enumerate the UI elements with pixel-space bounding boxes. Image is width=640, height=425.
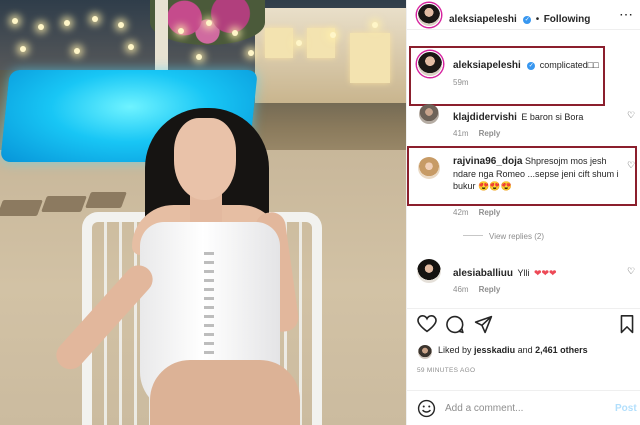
comment-username[interactable]: klajdidervishi	[453, 112, 517, 123]
reply-button[interactable]: Reply	[479, 208, 501, 217]
comment-emoji: ❤❤❤	[533, 268, 557, 278]
sun-lounger	[0, 200, 43, 216]
liker-avatar[interactable]	[418, 345, 432, 359]
comment-item: alesiaballiuu Ylli ❤❤❤	[453, 263, 557, 281]
reply-button[interactable]: Reply	[479, 129, 501, 138]
sun-lounger	[85, 192, 127, 208]
comment-like-heart-icon[interactable]: ♡	[627, 110, 635, 121]
add-comment-bar: Add a comment... Post	[407, 390, 640, 425]
comment-age: 41m	[453, 129, 469, 138]
commenter-avatar[interactable]	[419, 104, 439, 124]
more-icon[interactable]: ⋯	[619, 4, 633, 24]
comment-meta: 41m Reply	[453, 129, 500, 138]
action-bar	[407, 308, 640, 338]
comment-meta: 42m Reply	[453, 208, 500, 217]
share-icon[interactable]	[474, 315, 493, 334]
comment-age: 46m	[453, 285, 469, 294]
caption-username[interactable]: aleksiapeleshi	[453, 60, 521, 71]
verified-badge-icon: ✓	[527, 62, 536, 70]
comment-item: klajdidervishi E baron si Bora	[453, 107, 583, 125]
comment-like-heart-icon[interactable]: ♡	[627, 266, 635, 277]
caption-text: complicated□□	[539, 60, 599, 70]
bookmark-icon[interactable]	[619, 315, 635, 334]
comment-like-heart-icon[interactable]: ♡	[627, 160, 635, 171]
comment-item: rajvina96_doja Shpresojm mos jesh ndare …	[453, 155, 623, 192]
likes-prefix: Liked by	[438, 345, 472, 355]
caption-author-avatar[interactable]	[417, 51, 443, 77]
comment-icon[interactable]	[445, 315, 465, 334]
verified-badge-icon: ✓	[523, 16, 532, 24]
caption-age: 59m	[453, 78, 469, 87]
comment-text: E baron si Bora	[521, 112, 584, 122]
likes-conjunction: and	[517, 345, 533, 355]
heart-icon[interactable]	[417, 315, 437, 333]
view-replies-button[interactable]: View replies (2)	[463, 232, 544, 241]
post-timestamp: 59 MINUTES AGO	[417, 367, 476, 374]
commenter-avatar[interactable]	[418, 157, 440, 179]
comment-username[interactable]: alesiaballiuu	[453, 268, 513, 279]
post-header: aleksiapeleshi ✓ • Following ⋯	[407, 0, 640, 30]
view-replies-label: View replies (2)	[489, 232, 544, 241]
author-username[interactable]: aleksiapeleshi	[449, 14, 517, 25]
author-avatar[interactable]	[417, 3, 441, 27]
replies-line	[463, 235, 483, 236]
comment-username[interactable]: rajvina96_doja	[453, 156, 522, 167]
commenter-avatar[interactable]	[417, 259, 441, 283]
comment-text: Ylli	[517, 268, 530, 278]
add-comment-input[interactable]: Add a comment...	[445, 403, 523, 414]
separator-dot: •	[535, 14, 540, 25]
comment-age: 42m	[453, 208, 469, 217]
likes-count[interactable]: 2,461 others	[535, 345, 588, 355]
comment-emoji: 😍😍😍	[478, 181, 512, 191]
post-sidebar: aleksiapeleshi ✓ • Following ⋯ aleksiape…	[406, 0, 640, 425]
woman-legs	[150, 360, 300, 425]
post-photo[interactable]	[0, 0, 406, 425]
caption: aleksiapeleshi ✓ complicated□□	[453, 55, 599, 73]
comment-meta: 46m Reply	[453, 285, 500, 294]
likes-summary: Liked by jesskadiu and 2,461 others	[438, 345, 588, 355]
following-button[interactable]: Following	[544, 14, 591, 25]
emoji-icon[interactable]	[417, 399, 436, 418]
liker-username[interactable]: jesskadiu	[474, 345, 515, 355]
post-button[interactable]: Post	[615, 403, 637, 414]
woman-face	[174, 118, 236, 200]
reply-button[interactable]: Reply	[479, 285, 501, 294]
sun-lounger	[41, 196, 87, 212]
